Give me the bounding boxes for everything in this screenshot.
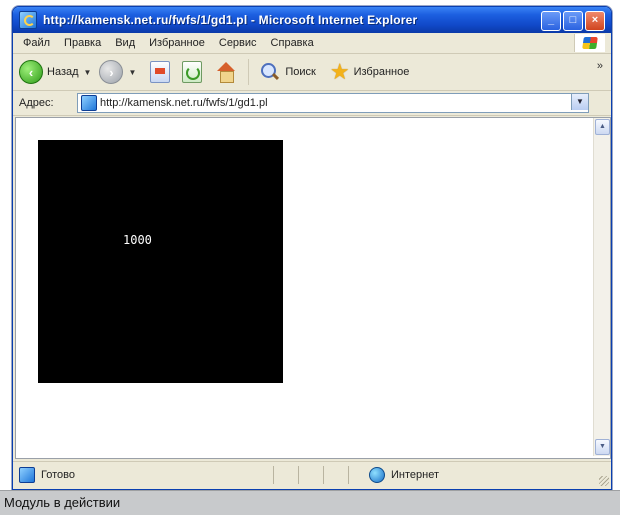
security-zone[interactable]: Интернет	[369, 466, 439, 484]
status-bar: Готово Интернет	[13, 461, 611, 488]
home-icon[interactable]	[214, 62, 238, 83]
forward-button[interactable]: › ▼	[99, 60, 136, 84]
back-label: Назад	[47, 66, 79, 78]
address-bar: Адрес: http://kamensk.net.ru/fwfs/1/gd1.…	[13, 91, 611, 116]
caption-text: Модуль в действии	[4, 495, 121, 510]
status-divider	[348, 466, 349, 484]
toolbar-chevron-icon[interactable]: »	[597, 60, 603, 72]
globe-icon	[369, 467, 385, 483]
search-icon	[259, 61, 281, 83]
page-icon	[81, 95, 97, 111]
page-content: 1000 ▲ ▼	[15, 117, 611, 459]
window-controls: _ □ ×	[541, 11, 605, 31]
windows-flag-icon	[582, 37, 598, 49]
menu-tools[interactable]: Сервис	[212, 37, 264, 49]
address-input[interactable]: http://kamensk.net.ru/fwfs/1/gd1.pl ▼	[77, 93, 589, 113]
menu-favorites[interactable]: Избранное	[142, 37, 212, 49]
menu-help[interactable]: Справка	[264, 37, 321, 49]
back-dropdown-icon[interactable]: ▼	[84, 68, 92, 77]
menu-bar: Файл Правка Вид Избранное Сервис Справка	[13, 33, 611, 54]
back-arrow-icon: ‹	[19, 60, 43, 84]
refresh-icon[interactable]	[182, 61, 203, 83]
status-divider	[323, 466, 324, 484]
browser-window: http://kamensk.net.ru/fwfs/1/gd1.pl - Mi…	[12, 6, 612, 490]
windows-logo	[574, 34, 605, 52]
title-bar[interactable]: http://kamensk.net.ru/fwfs/1/gd1.pl - Mi…	[13, 7, 611, 33]
star-icon: ★	[329, 59, 350, 84]
toolbar: ‹ Назад ▼ › ▼ Поиск ★ Избранное »	[13, 54, 611, 91]
window-title: http://kamensk.net.ru/fwfs/1/gd1.pl - Mi…	[43, 13, 418, 27]
search-button[interactable]: Поиск	[253, 61, 316, 83]
figure-caption: Модуль в действии	[0, 490, 620, 515]
resize-grip-icon[interactable]	[599, 476, 609, 486]
menu-edit[interactable]: Правка	[57, 37, 108, 49]
favorites-label: Избранное	[353, 66, 410, 78]
toolbar-separator	[248, 59, 250, 85]
close-button[interactable]: ×	[585, 11, 605, 31]
status-divider	[273, 466, 274, 484]
status-text: Готово	[41, 469, 75, 481]
forward-dropdown-icon[interactable]: ▼	[128, 68, 136, 77]
vertical-scrollbar[interactable]: ▲ ▼	[593, 118, 610, 456]
scroll-up-icon[interactable]: ▲	[595, 119, 610, 135]
menu-file[interactable]: Файл	[13, 37, 57, 49]
menu-view[interactable]: Вид	[108, 37, 142, 49]
status-page-icon	[19, 467, 35, 483]
minimize-button[interactable]: _	[541, 11, 561, 31]
counter-image: 1000	[38, 140, 283, 383]
internet-explorer-icon	[19, 11, 37, 29]
scroll-down-icon[interactable]: ▼	[595, 439, 610, 455]
counter-value: 1000	[123, 233, 152, 247]
address-label: Адрес:	[19, 97, 54, 109]
status-divider	[298, 466, 299, 484]
favorites-button[interactable]: ★ Избранное	[324, 61, 409, 83]
forward-arrow-icon: ›	[99, 60, 124, 84]
address-dropdown-icon[interactable]: ▼	[571, 94, 588, 110]
zone-text: Интернет	[391, 469, 439, 481]
maximize-button[interactable]: □	[563, 11, 583, 31]
back-button[interactable]: ‹ Назад ▼	[13, 60, 91, 84]
address-url[interactable]: http://kamensk.net.ru/fwfs/1/gd1.pl	[100, 97, 268, 109]
stop-icon[interactable]	[150, 61, 171, 83]
search-label: Поиск	[285, 66, 316, 78]
